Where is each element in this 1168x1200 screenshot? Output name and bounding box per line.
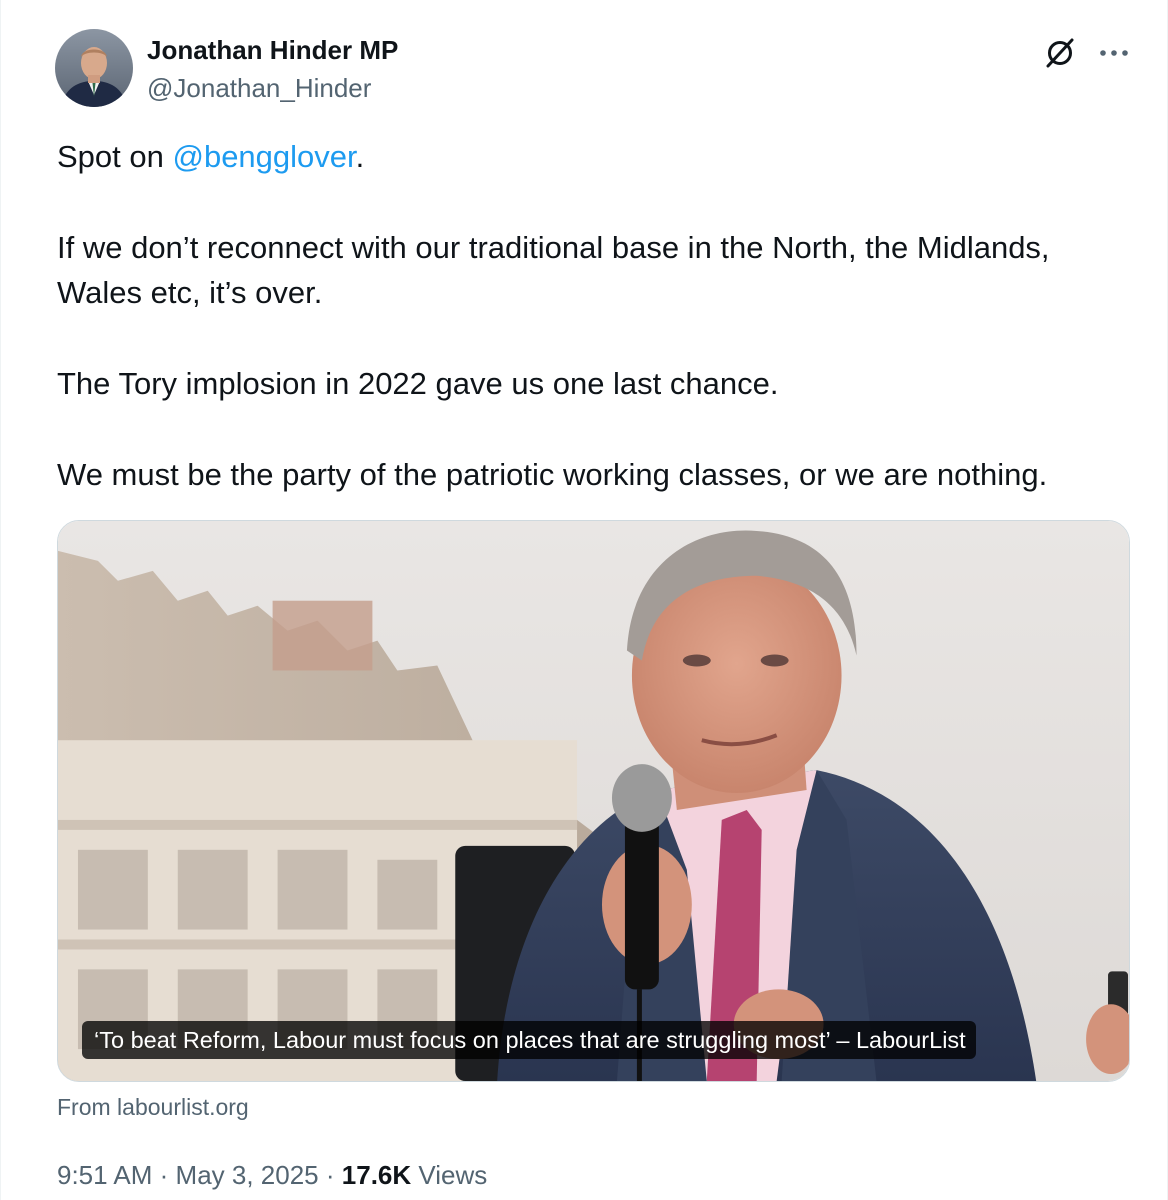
avatar-image (55, 29, 133, 107)
link-card[interactable]: ‘To beat Reform, Labour must focus on pl… (57, 520, 1130, 1082)
tweet-text: Spot on @bengglover. If we don’t reconne… (57, 134, 1137, 497)
meta-separator-2: · (325, 1160, 335, 1190)
mention-link[interactable]: @bengglover (172, 139, 355, 174)
author-handle[interactable]: @Jonathan_Hinder (147, 72, 371, 104)
grok-icon (1046, 38, 1074, 68)
tweet-paragraph-4: We must be the party of the patriotic wo… (57, 457, 1048, 492)
tweet-line-1-prefix: Spot on (57, 139, 173, 174)
tweet-detail: Jonathan Hinder MP @Jonathan_Hinder Spot… (0, 0, 1168, 1200)
more-button[interactable] (1093, 32, 1135, 74)
tweet-time[interactable]: 9:51 AM (57, 1160, 152, 1190)
views-label: Views (418, 1160, 488, 1190)
tweet-line-1-suffix: . (355, 139, 365, 174)
avatar[interactable] (55, 29, 133, 107)
tweet-paragraph-2: If we don’t reconnect with our tradition… (57, 230, 1050, 310)
card-source[interactable]: From labourlist.org (57, 1092, 249, 1122)
tweet-paragraph-3: The Tory implosion in 2022 gave us one l… (57, 366, 779, 401)
card-photo (58, 521, 1129, 1081)
author-name[interactable]: Jonathan Hinder MP (147, 34, 398, 66)
tweet-date[interactable]: May 3, 2025 (176, 1160, 319, 1190)
views-count: 17.6K (341, 1160, 412, 1190)
meta-separator-1: · (159, 1160, 169, 1190)
tweet-meta: 9:51 AM · May 3, 2025 · 17.6K Views (57, 1158, 487, 1192)
grok-button[interactable] (1039, 32, 1081, 74)
more-icon (1100, 50, 1128, 56)
tweet-line-1: Spot on @bengglover. (57, 134, 1137, 179)
card-title: ‘To beat Reform, Labour must focus on pl… (82, 1021, 976, 1059)
